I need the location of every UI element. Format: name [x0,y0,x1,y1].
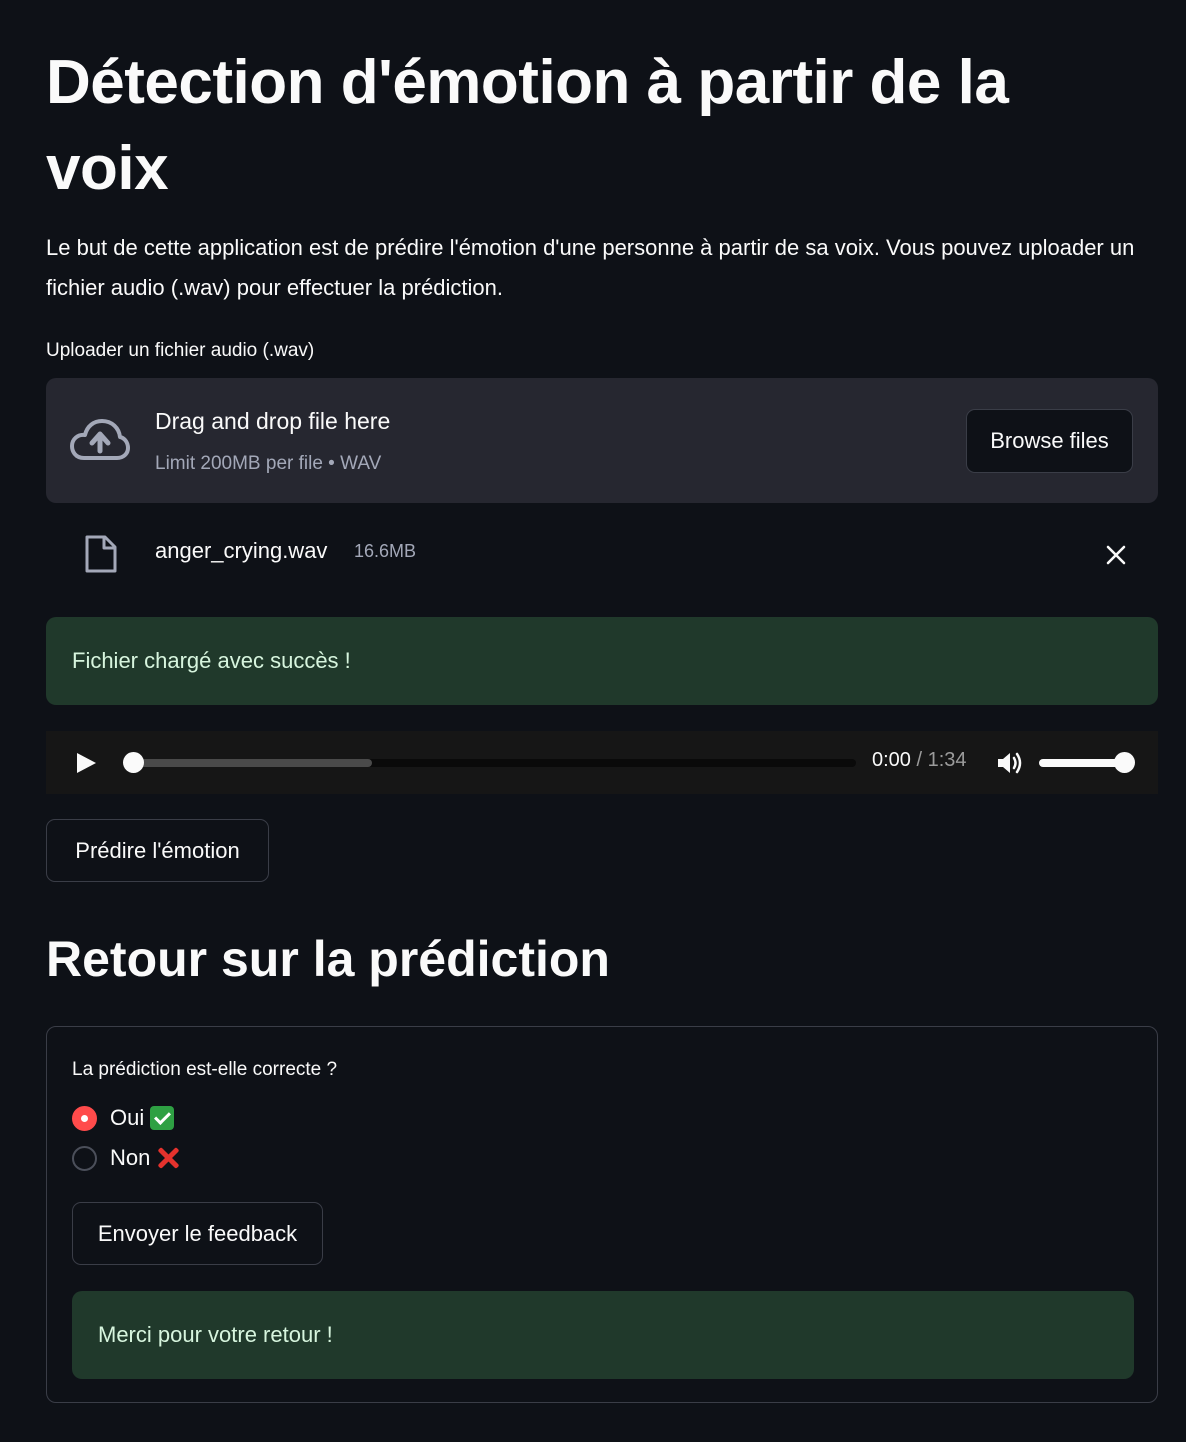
audio-time: 0:00 / 1:34 [872,749,967,772]
upload-success-text: Fichier chargé avec succès ! [72,648,351,673]
page-title: Détection d'émotion à partir de la voix [46,48,1009,203]
audio-time-separator: / [910,749,928,771]
file-name: anger_crying.wav [155,538,328,563]
radio-option-non[interactable]: Non [72,1143,181,1173]
radio-button-unchecked[interactable] [72,1145,97,1171]
feedback-question: La prédiction est-elle correcte ? [72,1059,338,1080]
uploaded-file-row: anger_crying.wav 16.6MB [46,520,1158,588]
cloud-upload-icon [70,419,130,460]
page: Détection d'émotion à partir de la voix … [0,0,1186,1442]
radio-label-non: Non [110,1145,151,1170]
file-dropzone[interactable]: Drag and drop file here Limit 200MB per … [46,378,1158,503]
file-size: 16.6MB [354,541,417,561]
check-mark-emoji [150,1106,175,1130]
cross-mark-emoji [155,1145,181,1171]
feedback-section-title: Retour sur la prédiction [46,931,610,987]
audio-duration: 1:34 [927,749,967,771]
volume-slider-thumb[interactable] [1114,752,1135,773]
radio-label-oui: Oui [110,1105,145,1130]
feedback-thanks-alert: Merci pour votre retour ! [72,1291,1134,1379]
intro-text: Le but de cette application est de prédi… [46,235,1135,300]
dropzone-instruction: Drag and drop file here [155,408,391,434]
uploader-label: Uploader un fichier audio (.wav) [46,340,315,361]
send-feedback-button[interactable]: Envoyer le feedback [72,1202,323,1265]
feedback-thanks-text: Merci pour votre retour ! [98,1322,333,1347]
predict-emotion-button[interactable]: Prédire l'émotion [46,819,269,882]
audio-progress-thumb[interactable] [123,752,144,773]
audio-current-time: 0:00 [872,749,911,771]
feedback-form: La prédiction est-elle correcte ? Oui No… [46,1026,1158,1403]
audio-player: 0:00 / 1:34 [46,731,1158,794]
volume-slider-track[interactable] [1039,759,1124,767]
browse-files-button[interactable]: Browse files [966,409,1133,473]
radio-option-oui[interactable]: Oui [72,1103,175,1133]
volume-icon[interactable] [996,750,1024,776]
upload-success-alert: Fichier chargé avec succès ! [46,617,1158,705]
close-icon[interactable] [1104,543,1128,567]
audio-progress-track[interactable] [133,759,856,767]
radio-button-checked[interactable] [72,1105,97,1131]
file-icon [85,535,117,573]
play-icon[interactable] [74,751,98,775]
audio-buffer-bar [133,759,372,767]
dropzone-limit: Limit 200MB per file • WAV [155,453,382,474]
